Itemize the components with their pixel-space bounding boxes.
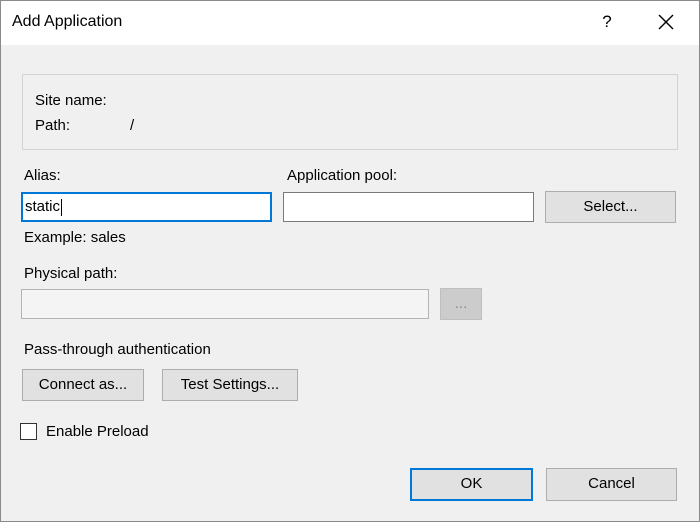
- help-icon[interactable]: ?: [595, 7, 619, 37]
- path-label: Path:: [35, 117, 71, 134]
- test-settings-button[interactable]: Test Settings...: [162, 369, 298, 401]
- enable-preload-label[interactable]: Enable Preload: [46, 423, 149, 440]
- enable-preload-checkbox[interactable]: [20, 423, 37, 440]
- add-application-dialog: Add Application ? Site name: Path: / Ali…: [0, 0, 700, 522]
- physical-path-label: Physical path:: [24, 265, 118, 282]
- application-pool-label: Application pool:: [287, 167, 398, 184]
- title-bar: Add Application ?: [1, 1, 699, 45]
- cancel-button[interactable]: Cancel: [546, 468, 677, 501]
- application-pool-field: [283, 192, 534, 222]
- site-info-box: Site name: Path: /: [22, 74, 678, 150]
- ok-button[interactable]: OK: [410, 468, 533, 501]
- path-value: /: [130, 117, 135, 134]
- alias-input[interactable]: static: [21, 192, 272, 222]
- dialog-title: Add Application: [12, 13, 123, 30]
- alias-label: Alias:: [24, 167, 61, 184]
- physical-path-input[interactable]: [21, 289, 429, 319]
- site-name-label: Site name:: [35, 92, 107, 109]
- alias-example-text: Example: sales: [24, 229, 126, 246]
- alias-input-value: static: [25, 198, 61, 215]
- connect-as-button[interactable]: Connect as...: [22, 369, 144, 401]
- close-icon[interactable]: [653, 9, 679, 35]
- pass-through-auth-label: Pass-through authentication: [24, 341, 211, 358]
- browse-path-button[interactable]: ...: [440, 288, 482, 320]
- select-pool-button[interactable]: Select...: [545, 191, 676, 223]
- text-caret: [61, 198, 63, 216]
